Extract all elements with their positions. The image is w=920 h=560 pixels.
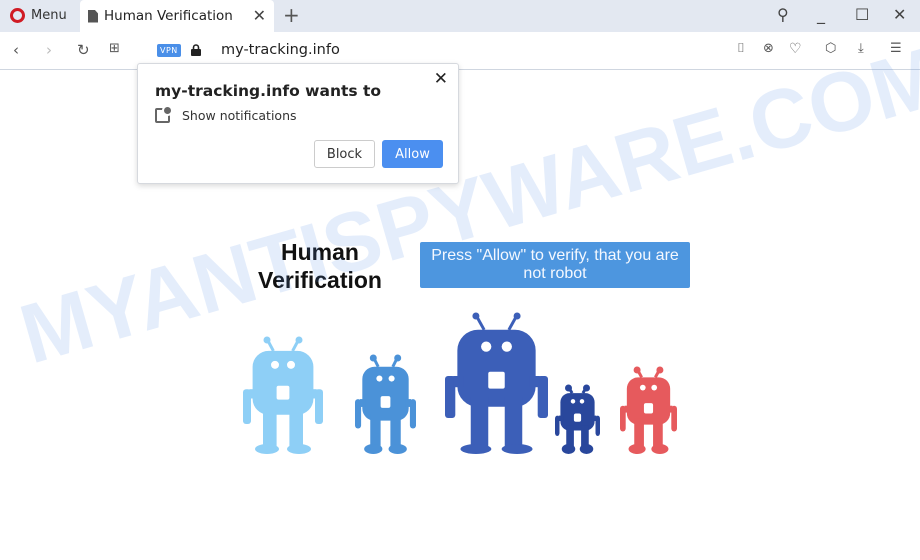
robot-2 (355, 354, 416, 454)
robot-4 (555, 384, 600, 454)
close-popup-icon[interactable]: ✕ (434, 69, 448, 89)
robot-5 (620, 366, 677, 454)
permission-label: Show notifications (182, 108, 297, 123)
robot-3 (445, 312, 548, 454)
block-button[interactable]: Block (314, 140, 375, 168)
popup-title: my-tracking.info wants to (155, 82, 382, 100)
notification-permission-popup: my-tracking.info wants to ✕ Show notific… (137, 63, 459, 184)
robot-1 (243, 336, 323, 454)
allow-button[interactable]: Allow (382, 140, 443, 168)
notification-icon (155, 105, 173, 123)
